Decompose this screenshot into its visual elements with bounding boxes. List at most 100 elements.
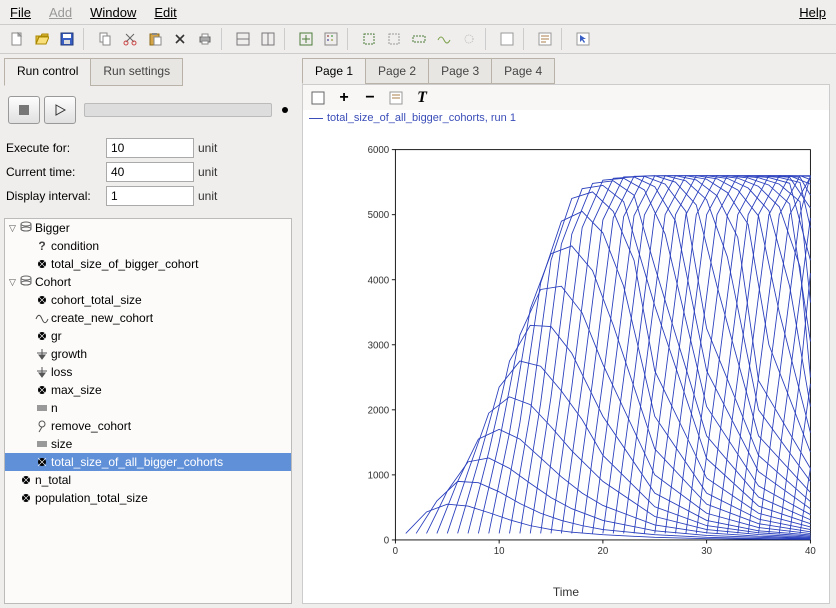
tree-item[interactable]: cohort_total_size (5, 291, 291, 309)
svg-text:5000: 5000 (368, 210, 390, 221)
props-icon[interactable] (534, 28, 556, 50)
page-tab[interactable]: Page 1 (302, 58, 366, 84)
left-panel: Run control Run settings Execute for: un… (0, 54, 296, 608)
minus-icon[interactable]: − (359, 87, 381, 109)
tree-item-label: n (51, 401, 58, 415)
tree-item-label: size (51, 437, 72, 451)
copy-icon[interactable] (94, 28, 116, 50)
tree-item-label: loss (51, 365, 72, 379)
stop-button[interactable] (8, 96, 40, 124)
left-tabs: Run control Run settings (4, 58, 292, 86)
tree-item[interactable]: growth (5, 345, 291, 363)
tree-item[interactable]: total_size_of_all_bigger_cohorts (5, 453, 291, 471)
svg-text:1000: 1000 (368, 470, 390, 481)
tree-item-label: Cohort (35, 275, 71, 289)
cut-icon[interactable] (119, 28, 141, 50)
display-interval-input[interactable] (106, 186, 194, 206)
svg-text:0: 0 (393, 546, 399, 557)
save-icon[interactable] (56, 28, 78, 50)
select-solid-icon[interactable] (358, 28, 380, 50)
tree-item[interactable]: create_new_cohort (5, 309, 291, 327)
circle-icon (35, 329, 49, 343)
arrow-cursor-icon[interactable] (572, 28, 594, 50)
tree-item[interactable]: n (5, 399, 291, 417)
menu-add: Add (47, 3, 74, 22)
page-props-icon[interactable] (385, 87, 407, 109)
tree-item-label: total_size_of_all_bigger_cohorts (51, 455, 223, 469)
page-tab[interactable]: Page 3 (428, 58, 492, 84)
arrow-icon (35, 347, 49, 361)
current-time-label: Current time: (6, 165, 106, 179)
menu-window[interactable]: Window (88, 3, 138, 22)
tree-item[interactable]: ▽Cohort (5, 273, 291, 291)
tree-item-label: n_total (35, 473, 71, 487)
execute-for-unit: unit (198, 141, 217, 155)
tree-item[interactable]: max_size (5, 381, 291, 399)
model-tree[interactable]: ▽Bigger?condition total_size_of_bigger_co… (4, 218, 292, 604)
plot-box-icon[interactable] (307, 87, 329, 109)
arrow-icon (35, 365, 49, 379)
paste-icon[interactable] (144, 28, 166, 50)
plot-add-icon[interactable] (295, 28, 317, 50)
menubar: File Add Window Edit Help (0, 0, 836, 24)
page-tab[interactable]: Page 2 (365, 58, 429, 84)
chart-svg: 0100020003000400050006000010203040 (353, 134, 821, 575)
svg-text:40: 40 (805, 546, 816, 557)
circle-icon (19, 491, 33, 505)
tree-item-label: max_size (51, 383, 102, 397)
tree-item-label: total_size_of_bigger_cohort (51, 257, 198, 271)
menu-file[interactable]: File (8, 3, 33, 22)
select-wide-icon[interactable] (408, 28, 430, 50)
plus-icon[interactable]: + (333, 87, 355, 109)
tree-item[interactable]: loss (5, 363, 291, 381)
svg-text:10: 10 (494, 546, 505, 557)
legend-line-icon (309, 118, 323, 119)
menu-help[interactable]: Help (797, 3, 828, 22)
delete-icon[interactable] (169, 28, 191, 50)
circle-icon (35, 455, 49, 469)
new-file-icon[interactable] (6, 28, 28, 50)
db-icon (19, 275, 33, 289)
tab-run-settings[interactable]: Run settings (90, 58, 183, 86)
page-tabs: Page 1Page 2Page 3Page 4 (302, 58, 830, 84)
display-interval-unit: unit (198, 189, 217, 203)
tree-item[interactable]: ▽Bigger (5, 219, 291, 237)
tree-item[interactable]: remove_cohort (5, 417, 291, 435)
tree-item-label: population_total_size (35, 491, 148, 505)
tree-item-label: cohort_total_size (51, 293, 142, 307)
plot-settings-icon[interactable] (320, 28, 342, 50)
tree-item[interactable]: total_size_of_bigger_cohort (5, 255, 291, 273)
rect-icon (35, 401, 49, 415)
svg-text:20: 20 (597, 546, 608, 557)
fuzzy-icon[interactable] (458, 28, 480, 50)
chart-area[interactable]: 0100020003000400050006000010203040 Time (302, 126, 830, 604)
tree-item[interactable]: n_total (5, 471, 291, 489)
tree-item[interactable]: size (5, 435, 291, 453)
menu-edit[interactable]: Edit (152, 3, 178, 22)
svg-text:2000: 2000 (368, 405, 390, 416)
tab-run-control[interactable]: Run control (4, 58, 91, 86)
tree-item[interactable]: gr (5, 327, 291, 345)
blank-icon[interactable] (496, 28, 518, 50)
execute-for-input[interactable] (106, 138, 194, 158)
current-time-input[interactable] (106, 162, 194, 182)
wave-icon[interactable] (433, 28, 455, 50)
split-h-icon[interactable] (232, 28, 254, 50)
speed-slider[interactable] (84, 103, 272, 117)
display-interval-label: Display interval: (6, 189, 106, 203)
split-v-icon[interactable] (257, 28, 279, 50)
page-tab[interactable]: Page 4 (491, 58, 555, 84)
q-icon: ? (35, 239, 49, 253)
play-button[interactable] (44, 96, 76, 124)
text-tool-icon[interactable]: T (411, 87, 433, 109)
tree-item[interactable]: population_total_size (5, 489, 291, 507)
db-icon (19, 221, 33, 235)
rect-icon (35, 437, 49, 451)
page-toolbar: + − T (302, 84, 830, 110)
open-icon[interactable] (31, 28, 53, 50)
tree-item[interactable]: ?condition (5, 237, 291, 255)
print-icon[interactable] (194, 28, 216, 50)
tree-item-label: gr (51, 329, 62, 343)
tree-item-label: remove_cohort (51, 419, 131, 433)
select-dashed-icon[interactable] (383, 28, 405, 50)
